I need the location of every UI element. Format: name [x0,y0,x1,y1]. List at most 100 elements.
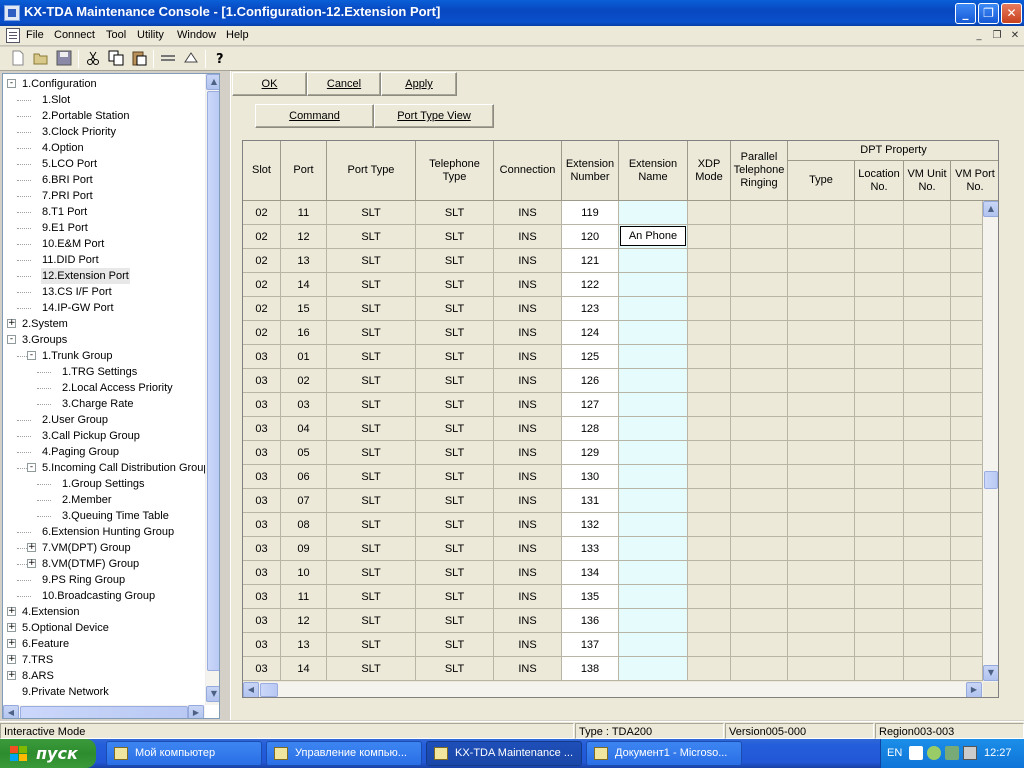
cell-location-no[interactable] [855,225,904,249]
cell-vm-port-no[interactable] [951,297,983,321]
cell-vm-port-no[interactable] [951,441,983,465]
cell-parallel-ringing[interactable] [731,321,788,345]
cell-xdp-mode[interactable] [688,297,731,321]
menu-window[interactable]: Window [177,29,216,41]
mdi-close-icon[interactable]: ✕ [1008,29,1022,43]
menu-help[interactable]: Help [226,29,249,41]
cell-port[interactable]: 16 [281,321,327,345]
table-row[interactable]: 03 02 SLT SLT INS 126 [243,369,983,393]
cell-slot[interactable]: 03 [243,465,281,489]
cell-telephone-type[interactable]: SLT [416,369,494,393]
tree-item[interactable]: 10.E&M Port [41,236,105,252]
collapse-icon[interactable]: - [7,79,16,88]
tree-item[interactable]: 7.TRS [21,652,54,668]
cell-slot[interactable]: 03 [243,633,281,657]
cut-icon[interactable] [85,50,101,66]
apply-button[interactable]: Apply [381,72,457,96]
cell-xdp-mode[interactable] [688,537,731,561]
cell-extension-name[interactable] [619,321,688,345]
cell-extension-name[interactable] [619,657,688,681]
expand-icon[interactable]: + [27,543,36,552]
cell-connection[interactable]: INS [494,201,562,225]
cell-vm-port-no[interactable] [951,201,983,225]
cell-extension-number[interactable]: 120 [562,225,619,249]
cell-type[interactable] [788,417,855,441]
menu-utility[interactable]: Utility [137,29,164,41]
cell-port[interactable]: 02 [281,369,327,393]
cell-telephone-type[interactable]: SLT [416,321,494,345]
tree-item[interactable]: 5.Incoming Call Distribution Group [41,460,211,476]
tray-icon-3[interactable] [945,746,959,760]
table-row[interactable]: 03 01 SLT SLT INS 125 [243,345,983,369]
table-row[interactable]: 03 07 SLT SLT INS 131 [243,489,983,513]
cell-slot[interactable]: 03 [243,393,281,417]
cell-extension-number[interactable]: 132 [562,513,619,537]
cell-port[interactable]: 13 [281,633,327,657]
connect-icon[interactable] [160,50,176,66]
cell-extension-number[interactable]: 119 [562,201,619,225]
cell-extension-number[interactable]: 131 [562,489,619,513]
cell-xdp-mode[interactable] [688,465,731,489]
restore-button[interactable]: ❐ [978,3,999,24]
header-type[interactable]: Type [788,161,855,201]
cell-telephone-type[interactable]: SLT [416,561,494,585]
cell-parallel-ringing[interactable] [731,369,788,393]
tree-item[interactable]: 2.Member [61,492,113,508]
cell-port[interactable]: 14 [281,657,327,681]
cell-parallel-ringing[interactable] [731,225,788,249]
cell-telephone-type[interactable]: SLT [416,417,494,441]
cell-extension-name[interactable] [619,561,688,585]
cell-connection[interactable]: INS [494,393,562,417]
cell-port[interactable]: 07 [281,489,327,513]
tree-item[interactable]: 4.Paging Group [41,444,120,460]
cell-type[interactable] [788,225,855,249]
cell-telephone-type[interactable]: SLT [416,609,494,633]
app-icon[interactable] [4,5,20,21]
header-xdp-mode[interactable]: XDP Mode [688,141,731,201]
cell-telephone-type[interactable]: SLT [416,465,494,489]
cell-vm-port-no[interactable] [951,513,983,537]
new-icon[interactable] [10,50,26,66]
cell-connection[interactable]: INS [494,657,562,681]
cell-port[interactable]: 01 [281,345,327,369]
cell-xdp-mode[interactable] [688,369,731,393]
cell-telephone-type[interactable]: SLT [416,249,494,273]
taskbar-button[interactable]: Управление компью... [266,741,422,766]
cell-xdp-mode[interactable] [688,657,731,681]
tree-item[interactable]: 2.Portable Station [41,108,130,124]
cell-connection[interactable]: INS [494,345,562,369]
table-row[interactable]: 03 08 SLT SLT INS 132 [243,513,983,537]
cell-parallel-ringing[interactable] [731,249,788,273]
tree-item[interactable]: 1.TRG Settings [61,364,138,380]
header-extension-name[interactable]: Extension Name [619,141,688,201]
cell-vm-unit-no[interactable] [904,417,951,441]
cell-connection[interactable]: INS [494,489,562,513]
cell-connection[interactable]: INS [494,633,562,657]
tree-item[interactable]: 2.User Group [41,412,109,428]
tree-item[interactable]: 4.Extension [21,604,80,620]
menu-tool[interactable]: Tool [106,29,126,41]
cell-xdp-mode[interactable] [688,609,731,633]
table-row[interactable]: 03 13 SLT SLT INS 137 [243,633,983,657]
cell-port[interactable]: 04 [281,417,327,441]
table-row[interactable]: 02 14 SLT SLT INS 122 [243,273,983,297]
cell-telephone-type[interactable]: SLT [416,393,494,417]
cell-port-type[interactable]: SLT [327,393,416,417]
cell-location-no[interactable] [855,513,904,537]
cell-location-no[interactable] [855,249,904,273]
cell-slot[interactable]: 03 [243,489,281,513]
cell-location-no[interactable] [855,633,904,657]
cell-slot[interactable]: 02 [243,249,281,273]
cell-xdp-mode[interactable] [688,393,731,417]
cell-vm-unit-no[interactable] [904,657,951,681]
expand-icon[interactable]: + [7,623,16,632]
cell-xdp-mode[interactable] [688,345,731,369]
cell-location-no[interactable] [855,273,904,297]
cell-port-type[interactable]: SLT [327,225,416,249]
cell-extension-name[interactable] [619,585,688,609]
cell-location-no[interactable] [855,201,904,225]
scroll-up-icon[interactable]: ▲ [983,201,998,217]
cell-connection[interactable]: INS [494,297,562,321]
expand-icon[interactable]: + [27,559,36,568]
cell-extension-name[interactable]: An Phone [619,225,688,249]
